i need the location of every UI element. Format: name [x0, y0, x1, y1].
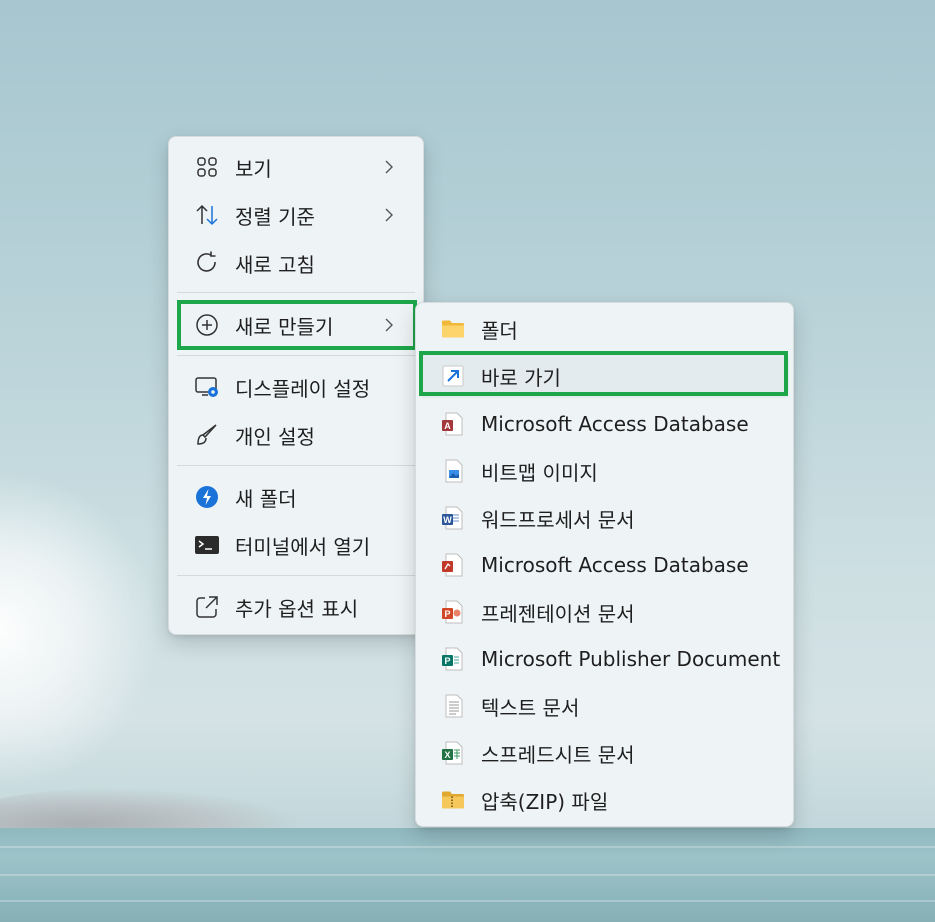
display-settings-icon	[194, 374, 220, 400]
menu-item-open-terminal[interactable]: 터미널에서 열기	[173, 523, 419, 567]
open-external-icon	[194, 594, 220, 620]
grid-view-icon	[194, 154, 220, 180]
word-file-icon: W	[440, 505, 466, 531]
highlight-new-item	[177, 300, 417, 350]
desktop-context-menu: 보기 정렬 기준 새로 고침 새로 만들기 디스플레이 설정 개인 설정 새 폴…	[168, 136, 424, 635]
svg-text:W: W	[443, 515, 452, 525]
access-file-icon: A	[440, 411, 466, 437]
sea-wave	[0, 846, 935, 848]
powerpoint-file-icon: P	[440, 599, 466, 625]
menu-item-show-more-options[interactable]: 추가 옵션 표시	[173, 585, 419, 629]
refresh-icon	[194, 250, 220, 276]
submenu-item-label: 스프레드시트 문서	[481, 742, 635, 767]
submenu-item-access-database-2[interactable]: Microsoft Access Database	[420, 543, 789, 587]
submenu-item-label: Microsoft Access Database	[481, 412, 749, 436]
submenu-item-text-document[interactable]: 텍스트 문서	[420, 684, 789, 728]
menu-separator	[177, 355, 415, 356]
menu-item-label: 추가 옵션 표시	[235, 596, 359, 621]
bitmap-file-icon	[440, 458, 466, 484]
sea-wave	[0, 900, 935, 902]
menu-item-label: 보기	[235, 156, 272, 181]
menu-item-label: 개인 설정	[235, 424, 315, 449]
menu-separator	[177, 292, 415, 293]
sun-glow	[0, 470, 160, 790]
menu-separator	[177, 465, 415, 466]
zip-folder-icon	[440, 787, 466, 813]
submenu-item-label: 프레젠테이션 문서	[481, 601, 635, 626]
menu-item-label: 새 폴더	[235, 486, 297, 511]
submenu-item-label: 폴더	[481, 318, 518, 343]
menu-item-view[interactable]: 보기	[173, 145, 419, 189]
svg-text:P: P	[444, 656, 450, 666]
submenu-item-label: 압축(ZIP) 파일	[481, 789, 609, 814]
submenu-item-spreadsheet[interactable]: X 스프레드시트 문서	[420, 731, 789, 775]
menu-item-refresh[interactable]: 새로 고침	[173, 241, 419, 285]
submenu-item-label: Microsoft Access Database	[481, 553, 749, 577]
svg-text:A: A	[444, 421, 451, 431]
highlight-shortcut-item	[419, 351, 788, 396]
menu-separator	[177, 575, 415, 576]
submenu-item-bitmap-image[interactable]: 비트맵 이미지	[420, 449, 789, 493]
menu-item-label: 터미널에서 열기	[235, 534, 371, 559]
publisher-file-icon: P	[440, 646, 466, 672]
menu-item-display-settings[interactable]: 디스플레이 설정	[173, 365, 419, 409]
terminal-icon	[194, 532, 220, 558]
menu-item-sort-by[interactable]: 정렬 기준	[173, 193, 419, 237]
menu-item-new-folder[interactable]: 새 폴더	[173, 475, 419, 519]
sea	[0, 828, 935, 922]
svg-text:X: X	[444, 750, 450, 760]
submenu-item-zip-folder[interactable]: 압축(ZIP) 파일	[420, 778, 789, 822]
submenu-item-publisher-document[interactable]: P Microsoft Publisher Document	[420, 637, 789, 681]
sort-arrows-icon	[194, 202, 220, 228]
sea-wave	[0, 874, 935, 876]
folder-icon	[440, 316, 466, 342]
submenu-item-label: 비트맵 이미지	[481, 460, 598, 485]
access-file-icon	[440, 552, 466, 578]
submenu-item-label: Microsoft Publisher Document	[481, 647, 781, 671]
chevron-right-icon	[379, 205, 399, 225]
menu-item-label: 디스플레이 설정	[235, 376, 371, 401]
submenu-item-presentation[interactable]: P 프레젠테이션 문서	[420, 590, 789, 634]
chevron-right-icon	[379, 157, 399, 177]
submenu-item-label: 텍스트 문서	[481, 695, 580, 720]
menu-item-personalize[interactable]: 개인 설정	[173, 413, 419, 457]
svg-text:P: P	[444, 609, 450, 619]
excel-file-icon: X	[440, 740, 466, 766]
text-file-icon	[440, 693, 466, 719]
submenu-item-label: 워드프로세서 문서	[481, 507, 635, 532]
lightning-icon	[194, 484, 220, 510]
submenu-item-access-database[interactable]: A Microsoft Access Database	[420, 402, 789, 446]
paintbrush-icon	[194, 422, 220, 448]
menu-item-label: 새로 고침	[235, 252, 315, 277]
menu-item-label: 정렬 기준	[235, 204, 315, 229]
submenu-item-folder[interactable]: 폴더	[420, 307, 789, 351]
submenu-item-word-document[interactable]: W 워드프로세서 문서	[420, 496, 789, 540]
